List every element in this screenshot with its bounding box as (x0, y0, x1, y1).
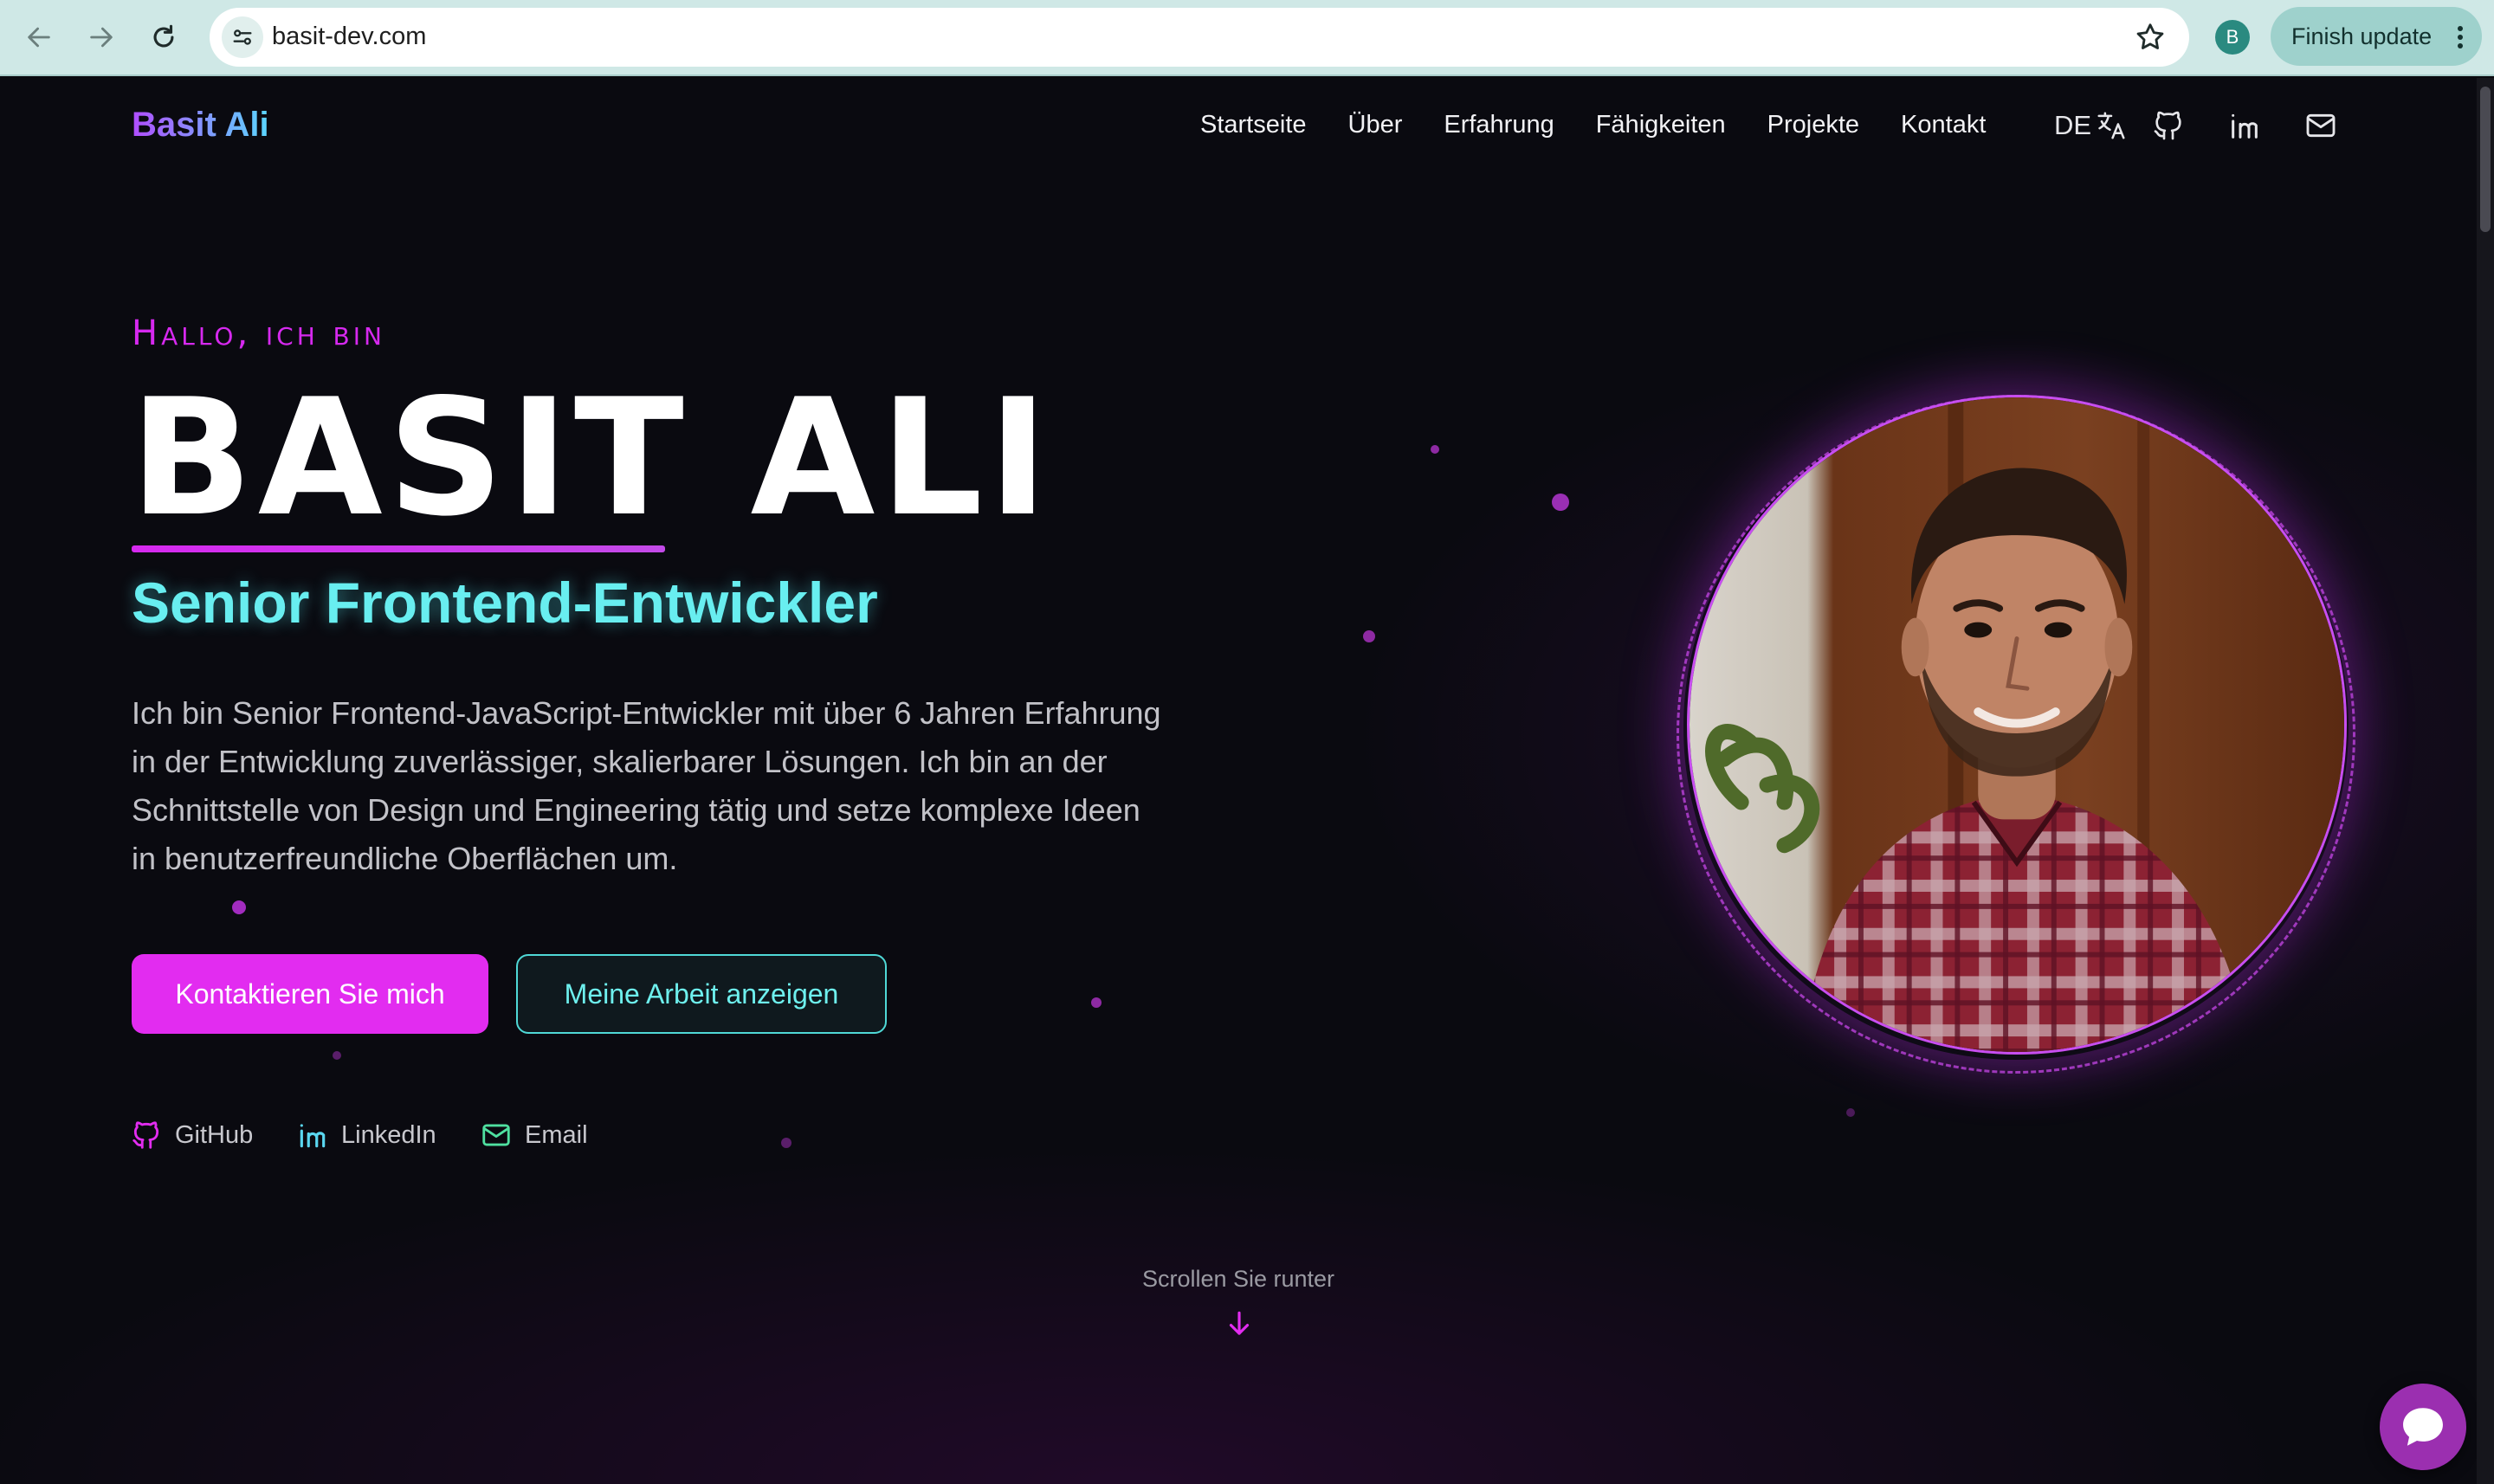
github-icon (2154, 111, 2181, 140)
language-code: DE (2054, 110, 2092, 140)
email-link-label: Email (525, 1120, 588, 1149)
hero-greeting: Hallo, ich bin (132, 313, 385, 353)
linkedin-link-label: LinkedIn (341, 1120, 436, 1149)
profile-photo (1687, 395, 2347, 1055)
reload-button[interactable] (142, 16, 185, 59)
github-icon (132, 1121, 159, 1149)
linkedin-link[interactable]: LinkedIn (296, 1119, 436, 1152)
hero-name: BASIT ALI (130, 364, 1054, 552)
finish-update-button[interactable]: Finish update (2271, 7, 2482, 66)
linkedin-icon (300, 1124, 326, 1148)
page-scrollbar[interactable] (2477, 78, 2494, 1484)
back-button[interactable] (17, 16, 61, 59)
forward-icon (90, 27, 113, 48)
particle-dot (333, 1051, 341, 1060)
language-switcher[interactable]: DE (2054, 109, 2128, 142)
name-underline (132, 545, 665, 552)
mail-icon (482, 1124, 510, 1146)
arrow-down-icon[interactable] (1223, 1307, 1256, 1340)
nav-home[interactable]: Startseite (1200, 111, 1307, 139)
nav-experience[interactable]: Erfahrung (1444, 111, 1554, 139)
scroll-hint[interactable]: Scrollen Sie runter (1134, 1266, 1342, 1293)
particle-dot (1431, 445, 1439, 454)
address-bar[interactable]: basit-dev.com (210, 8, 2189, 67)
main-navigation: Startseite Über Erfahrung Fähigkeiten Pr… (1200, 111, 1986, 139)
reload-icon (153, 24, 174, 48)
nav-about[interactable]: Über (1348, 111, 1403, 139)
hero-role: Senior Frontend-Entwickler (132, 571, 878, 635)
bookmark-star-icon[interactable] (2134, 21, 2167, 54)
back-icon (28, 27, 50, 48)
hero-description: Ich bin Senior Frontend-JavaScript-Entwi… (132, 695, 1161, 876)
profile-avatar[interactable]: B (2215, 20, 2250, 55)
header-linkedin-link[interactable] (2227, 108, 2262, 143)
email-link[interactable]: Email (480, 1119, 588, 1152)
github-link-label: GitHub (175, 1120, 254, 1149)
particle-dot (781, 1138, 791, 1148)
nav-contact[interactable]: Kontakt (1901, 111, 1986, 139)
github-link[interactable]: GitHub (130, 1119, 253, 1152)
site-logo[interactable]: Basit Ali (132, 106, 269, 145)
forward-button[interactable] (80, 16, 123, 59)
chat-icon (2403, 1408, 2443, 1446)
linkedin-icon (2232, 113, 2258, 139)
translate-icon (2097, 112, 2125, 139)
particle-dot (1091, 997, 1102, 1008)
scrollbar-thumb[interactable] (2480, 87, 2491, 232)
contact-me-button[interactable]: Kontaktieren Sie mich (132, 954, 488, 1034)
header-github-link[interactable] (2151, 108, 2186, 143)
url-text: basit-dev.com (272, 23, 427, 50)
portfolio-page: Basit Ali Startseite Über Erfahrung Fähi… (0, 78, 2477, 1484)
header-email-link[interactable] (2303, 108, 2338, 143)
nav-projects[interactable]: Projekte (1767, 111, 1859, 139)
particle-dot (232, 900, 246, 914)
particle-dot (1363, 630, 1375, 642)
browser-toolbar: basit-dev.com B Finish update (0, 0, 2494, 76)
particle-dot (1846, 1108, 1855, 1117)
particle-dot (1552, 494, 1569, 511)
finish-update-label: Finish update (2291, 23, 2433, 49)
nav-skills[interactable]: Fähigkeiten (1596, 111, 1726, 139)
site-info-icon[interactable] (222, 16, 263, 58)
mail-icon (2306, 113, 2336, 138)
profile-photo-illustration (1690, 397, 2344, 1052)
view-work-button[interactable]: Meine Arbeit anzeigen (516, 954, 887, 1034)
chat-widget-button[interactable] (2380, 1384, 2466, 1470)
more-menu-icon (2458, 26, 2463, 48)
